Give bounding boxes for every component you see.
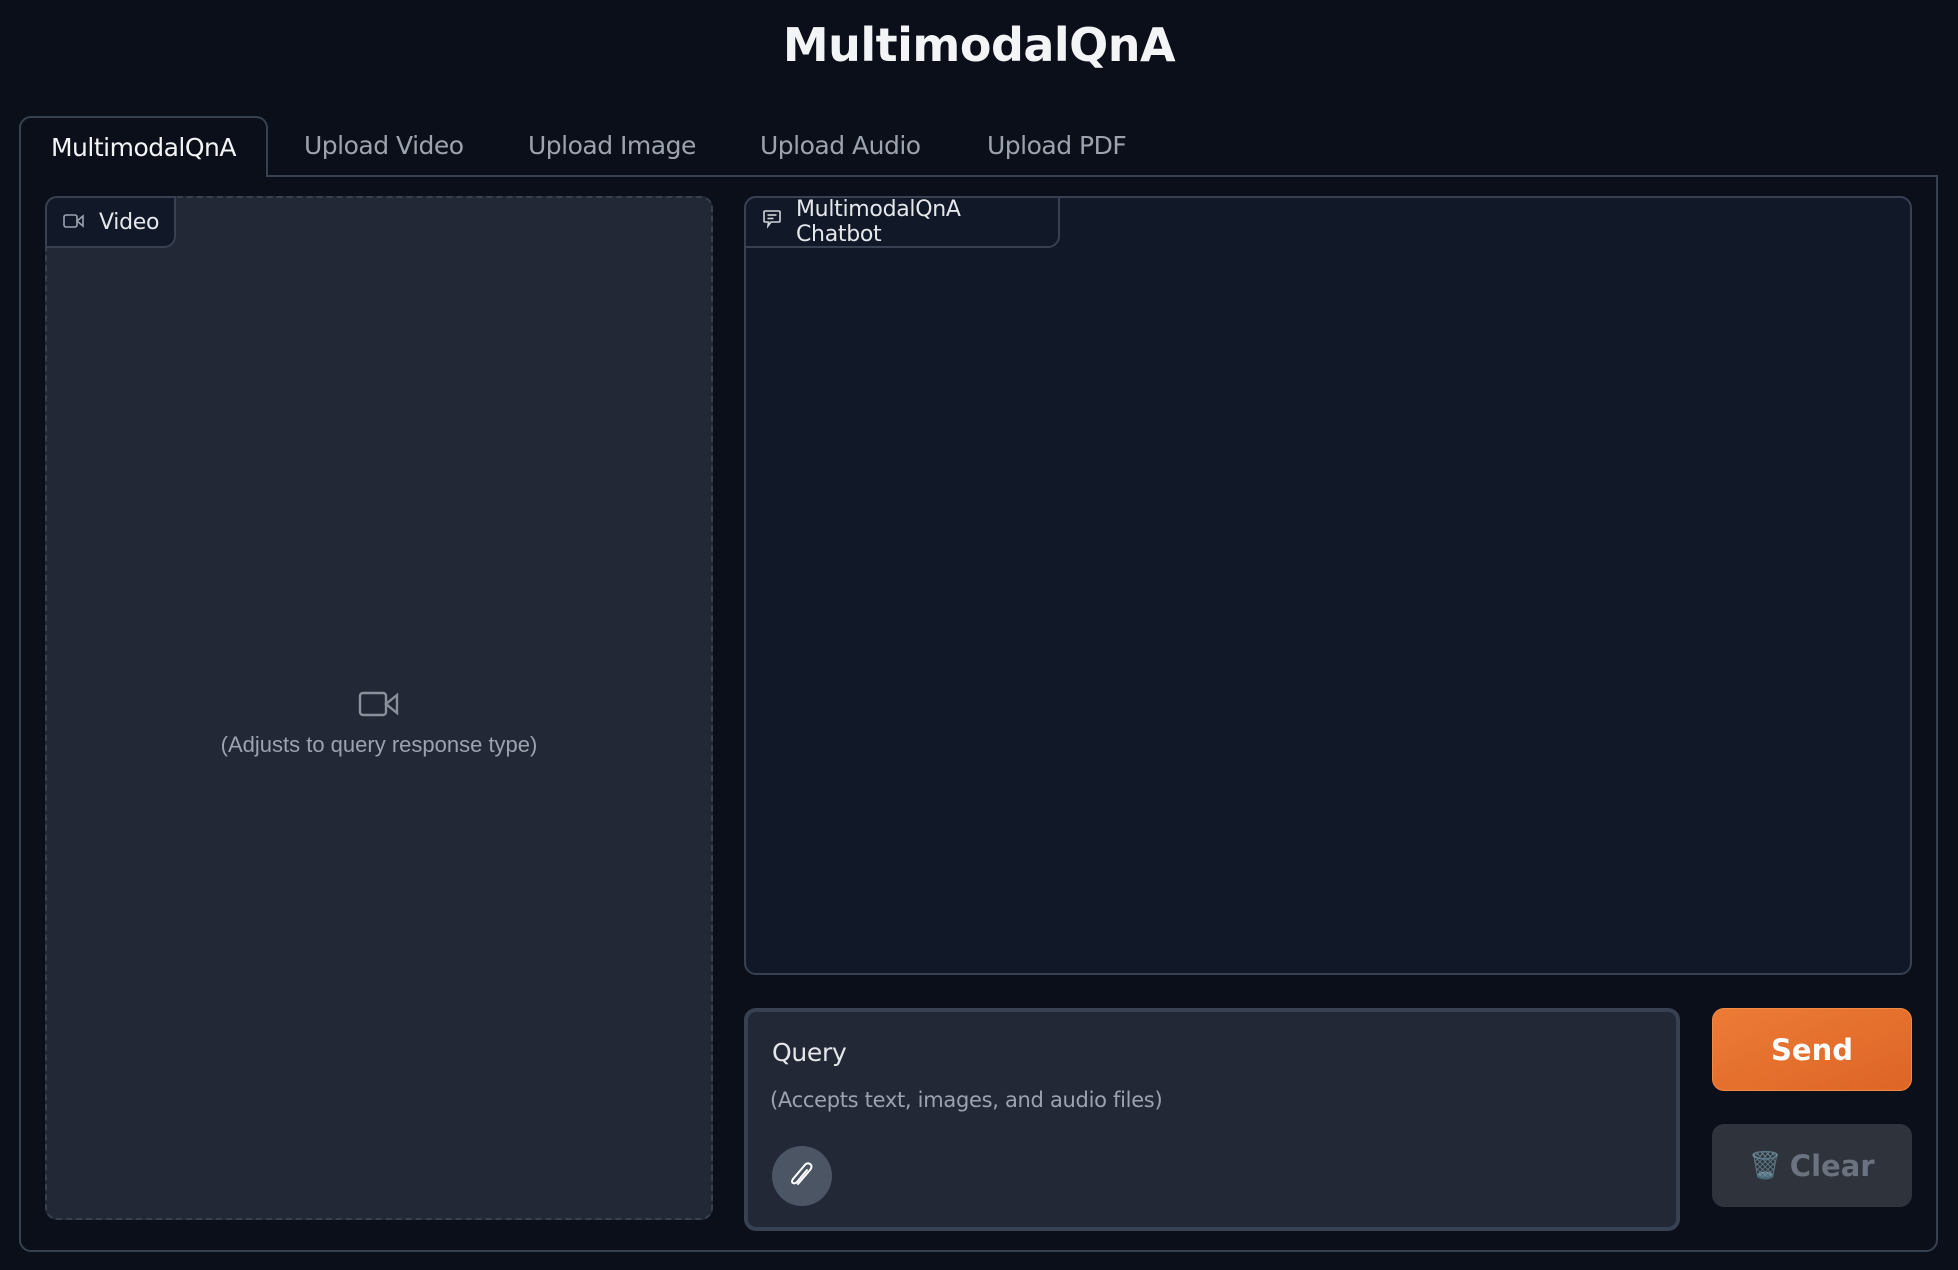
chatbot[interactable]: MultimodalQnA Chatbot: [744, 196, 1912, 975]
chat-bubble-icon: [762, 209, 782, 235]
send-button[interactable]: Send: [1712, 1008, 1912, 1091]
tab-upload-audio[interactable]: Upload Audio: [760, 116, 921, 176]
tab-bar: MultimodalQnA Upload Video Upload Image …: [19, 116, 1938, 177]
video-camera-icon: [358, 690, 400, 718]
attach-file-button[interactable]: [772, 1146, 832, 1206]
query-box: Query: [744, 1008, 1680, 1231]
tab-multimodalqna[interactable]: MultimodalQnA: [19, 116, 268, 177]
clear-button-label: Clear: [1789, 1148, 1875, 1183]
video-placeholder: (Adjusts to query response type): [47, 690, 711, 758]
tab-upload-image[interactable]: Upload Image: [528, 116, 696, 176]
video-label-text: Video: [99, 209, 160, 235]
video-label: Video: [45, 196, 176, 248]
query-input[interactable]: [770, 1080, 1650, 1120]
video-placeholder-text: (Adjusts to query response type): [220, 732, 538, 757]
query-label: Query: [772, 1038, 847, 1067]
trash-icon: 🗑️: [1749, 1150, 1782, 1181]
video-camera-icon: [63, 210, 85, 235]
video-output: Video (Adjusts to query response type): [45, 196, 713, 1220]
tab-upload-pdf[interactable]: Upload PDF: [987, 116, 1127, 176]
chatbot-label-text: MultimodalQnA Chatbot: [796, 197, 961, 247]
chatbot-label: MultimodalQnA Chatbot: [744, 196, 1060, 248]
send-button-label: Send: [1771, 1032, 1853, 1067]
clear-button[interactable]: 🗑️ Clear: [1712, 1124, 1912, 1207]
tab-upload-video[interactable]: Upload Video: [304, 116, 464, 176]
page-title: MultimodalQnA: [782, 18, 1176, 72]
paperclip-icon: [785, 1157, 819, 1195]
